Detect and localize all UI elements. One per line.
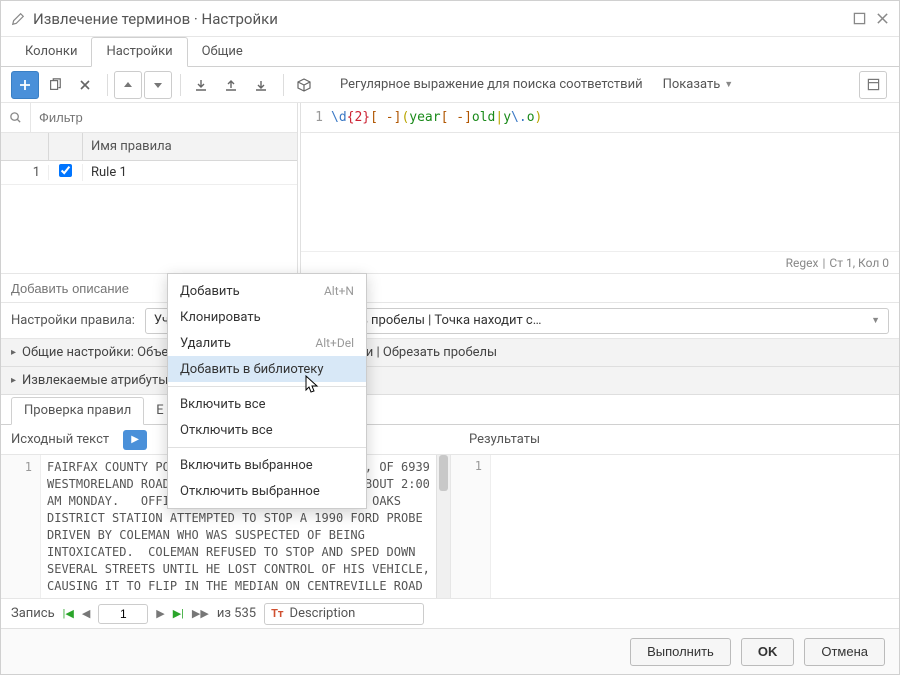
regex-text[interactable]: \d{2}[ -](year[ -]old|y\.o)	[331, 110, 542, 125]
rule-settings-row: Настройки правила: Учитывать регистр | И…	[1, 303, 899, 339]
run-button[interactable]: Выполнить	[630, 638, 731, 666]
record-total: из 535	[217, 606, 256, 621]
source-results-header: Исходный текст ▶ Результаты	[1, 425, 899, 455]
edit-icon	[11, 12, 25, 26]
results-label: Результаты	[459, 432, 899, 447]
tab-settings[interactable]: Настройки	[91, 37, 187, 67]
run-test-button[interactable]: ▶	[123, 430, 147, 450]
lower-split: 1 FAIRFAX COUNTY POLICE SAY RODNEY COLEM…	[1, 455, 899, 598]
results-gutter: 1	[451, 455, 491, 598]
col-rule-name[interactable]: Имя правила	[83, 139, 297, 154]
toolbar-separator	[180, 74, 181, 96]
main-tabs: Колонки Настройки Общие	[1, 37, 899, 67]
subtab-rule-check[interactable]: Проверка правил	[11, 397, 144, 425]
titlebar: Извлечение терминов · Настройки	[1, 1, 899, 37]
copy-button[interactable]	[41, 71, 69, 99]
upper-split: Имя правила 1 Rule 1 1 \d{2}[ -](year[ -…	[1, 103, 899, 273]
cancel-button[interactable]: Отмена	[804, 638, 885, 666]
body: Имя правила 1 Rule 1 1 \d{2}[ -](year[ -…	[1, 103, 899, 628]
footer: Выполнить OK Отмена	[1, 628, 899, 674]
move-down-button[interactable]	[144, 71, 172, 99]
cursor-icon	[305, 375, 321, 395]
regex-panel: 1 \d{2}[ -](year[ -]old|y\.o) Regex | Ст…	[301, 103, 899, 273]
table-row[interactable]: 1 Rule 1	[1, 161, 297, 185]
record-nav: Запись |◀ ◀ ▶ ▶| ▶▶ из 535 Tт Descriptio…	[1, 598, 899, 628]
context-menu: ДобавитьAlt+N Клонировать УдалитьAlt+Del…	[167, 273, 367, 509]
ctx-enable-selected[interactable]: Включить выбранное	[168, 452, 366, 478]
sub-tabs: Проверка правил Е	[1, 395, 899, 425]
regex-match-label: Регулярное выражение для поиска соответс…	[340, 77, 643, 92]
search-icon	[1, 103, 31, 132]
regex-line-number: 1	[307, 110, 323, 125]
prev-record-button[interactable]: ◀	[82, 607, 90, 620]
ctx-disable-all[interactable]: Отключить все	[168, 417, 366, 443]
toolbar: Регулярное выражение для поиска соответс…	[1, 67, 899, 103]
results-pane: 1	[451, 455, 899, 598]
cursor-position: Ст 1, Кол 0	[829, 256, 889, 270]
window-title: Извлечение терминов · Настройки	[33, 10, 843, 28]
source-scrollbar[interactable]	[436, 455, 450, 598]
text-icon: Tт	[271, 607, 283, 620]
rule-settings-label: Настройки правила:	[11, 313, 135, 328]
ctx-clone[interactable]: Клонировать	[168, 304, 366, 330]
layout-button[interactable]	[859, 71, 887, 99]
accordion-extracted-attributes[interactable]: Извлекаемые атрибуты: (Исходные колонки)	[1, 367, 899, 395]
source-label: Исходный текст	[1, 432, 119, 447]
ctx-delete[interactable]: УдалитьAlt+Del	[168, 330, 366, 356]
record-label: Запись	[11, 606, 55, 621]
first-record-button[interactable]: |◀	[63, 607, 74, 620]
add-rule-button[interactable]	[11, 71, 39, 99]
package-button[interactable]	[290, 71, 318, 99]
description-input[interactable]	[1, 274, 899, 302]
next-page-button[interactable]: ▶▶	[192, 607, 209, 620]
field-selector[interactable]: Tт Description	[264, 603, 424, 625]
import-button[interactable]	[187, 71, 215, 99]
maximize-button[interactable]	[853, 12, 866, 25]
regex-status: Regex | Ст 1, Кол 0	[301, 251, 899, 273]
rules-panel: Имя правила 1 Rule 1	[1, 103, 301, 273]
tab-columns[interactable]: Колонки	[11, 38, 91, 66]
ctx-separator	[168, 386, 366, 387]
row-number: 1	[1, 165, 49, 180]
ctx-separator	[168, 447, 366, 448]
toolbar-separator	[283, 74, 284, 96]
move-up-button[interactable]	[114, 71, 142, 99]
delete-button[interactable]	[71, 71, 99, 99]
source-gutter: 1	[1, 455, 41, 598]
scrollbar-thumb[interactable]	[439, 455, 448, 491]
rule-enabled-checkbox[interactable]	[59, 164, 72, 177]
tab-general[interactable]: Общие	[188, 38, 257, 66]
show-dropdown[interactable]: Показать▼	[663, 77, 734, 92]
last-record-button[interactable]: ▶|	[173, 607, 184, 620]
description-row	[1, 273, 899, 303]
regex-mode: Regex	[786, 256, 819, 270]
record-number-input[interactable]	[98, 604, 148, 624]
window: Извлечение терминов · Настройки Колонки …	[0, 0, 900, 675]
ctx-enable-all[interactable]: Включить все	[168, 391, 366, 417]
ctx-add[interactable]: ДобавитьAlt+N	[168, 278, 366, 304]
accordion-general-settings[interactable]: Общие настройки: Объединить результирующ…	[1, 339, 899, 367]
download-button[interactable]	[247, 71, 275, 99]
rules-grid-header: Имя правила	[1, 133, 297, 161]
filter-input[interactable]	[31, 103, 297, 132]
rule-name-cell[interactable]: Rule 1	[83, 165, 297, 180]
regex-editor[interactable]: 1 \d{2}[ -](year[ -]old|y\.o)	[301, 103, 899, 133]
close-button[interactable]	[876, 12, 889, 25]
toolbar-separator	[107, 74, 108, 96]
filter-row	[1, 103, 297, 133]
ok-button[interactable]: OK	[741, 638, 795, 666]
ctx-disable-selected[interactable]: Отключить выбранное	[168, 478, 366, 504]
ctx-add-to-library[interactable]: Добавить в библиотеку	[168, 356, 366, 382]
upload-button[interactable]	[217, 71, 245, 99]
next-record-button[interactable]: ▶	[156, 607, 164, 620]
